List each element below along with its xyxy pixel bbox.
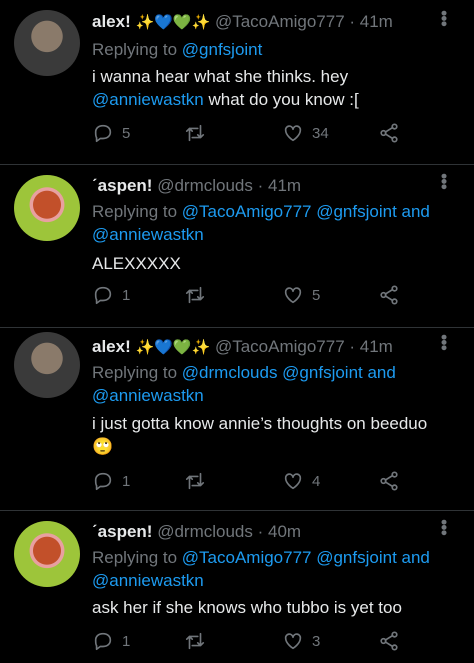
display-name[interactable]: ˊaspen! bbox=[92, 522, 152, 541]
like-button[interactable]: 3 bbox=[282, 630, 320, 652]
display-name[interactable]: alex! bbox=[92, 337, 131, 356]
tweet-text: i wanna hear what she thinks. hey @annie… bbox=[92, 65, 454, 111]
timestamp[interactable]: · 41m bbox=[349, 12, 392, 31]
retweet-button[interactable] bbox=[184, 284, 214, 306]
display-name[interactable]: ˊaspen! bbox=[92, 176, 152, 195]
like-button[interactable]: 4 bbox=[282, 470, 320, 492]
tweet-text: ALEXXXXX bbox=[92, 254, 181, 273]
tweet-header: ˊaspen! @drmclouds · 41m bbox=[92, 176, 434, 196]
like-button[interactable]: 5 bbox=[282, 284, 320, 306]
reply-icon bbox=[94, 124, 112, 143]
tweet-header: alex! ✨💙💚✨ @TacoAmigo777 · 41m bbox=[92, 337, 434, 357]
username[interactable]: @drmclouds bbox=[157, 522, 253, 541]
like-count: 4 bbox=[312, 472, 321, 490]
username[interactable]: @drmclouds bbox=[157, 176, 253, 195]
mention-link[interactable]: @anniewastkn bbox=[92, 90, 204, 109]
tweet-actions: 1 4 bbox=[92, 470, 412, 494]
avatar[interactable] bbox=[14, 332, 80, 398]
mention-link[interactable]: @gnfsjoint bbox=[182, 40, 263, 59]
timestamp[interactable]: · 40m bbox=[258, 522, 301, 541]
like-icon bbox=[284, 125, 302, 142]
replying-to: Replying to @TacoAmigo777 @gnfsjoint and… bbox=[92, 200, 454, 246]
tweet-text: ask her if she knows who tubbo is yet to… bbox=[92, 598, 402, 617]
reply-count: 5 bbox=[122, 124, 131, 142]
reply-count: 1 bbox=[122, 286, 131, 304]
reply-icon bbox=[94, 472, 112, 491]
name-emojis: ✨💙💚✨ bbox=[135, 339, 211, 356]
reply-button[interactable]: 1 bbox=[92, 470, 130, 492]
tweet-actions: 1 3 bbox=[92, 630, 412, 654]
retweet-icon bbox=[185, 632, 205, 650]
more-icon[interactable]: ••• bbox=[433, 519, 454, 535]
avatar[interactable] bbox=[14, 10, 80, 76]
reply-button[interactable]: 5 bbox=[92, 122, 130, 144]
more-icon[interactable]: ••• bbox=[433, 173, 454, 189]
share-icon bbox=[380, 123, 398, 143]
username[interactable]: @TacoAmigo777 bbox=[215, 337, 345, 356]
text-line: what do you know :[ bbox=[203, 90, 359, 109]
reply-icon bbox=[94, 286, 112, 305]
tweet[interactable]: alex! ✨💙💚✨ @TacoAmigo777 · 41m ••• Reply… bbox=[0, 0, 474, 165]
share-button[interactable] bbox=[378, 284, 400, 306]
retweet-icon bbox=[185, 472, 205, 490]
more-icon[interactable]: ••• bbox=[433, 10, 454, 26]
tweet[interactable]: ˊaspen! @drmclouds · 41m ••• Replying to… bbox=[0, 165, 474, 328]
text-line: i just gotta know annie’s thoughts on be… bbox=[92, 414, 428, 433]
replying-label: Replying to bbox=[92, 363, 182, 382]
reply-count: 1 bbox=[122, 632, 131, 650]
replying-label: Replying to bbox=[92, 548, 182, 567]
retweet-button[interactable] bbox=[184, 470, 214, 492]
like-icon bbox=[284, 473, 302, 490]
tweet-header: ˊaspen! @drmclouds · 40m bbox=[92, 522, 434, 542]
like-icon bbox=[284, 287, 302, 304]
tweet-actions: 1 5 bbox=[92, 284, 412, 308]
retweet-icon bbox=[185, 286, 205, 304]
share-button[interactable] bbox=[378, 122, 400, 144]
tweet-text: i just gotta know annie’s thoughts on be… bbox=[92, 412, 454, 458]
share-icon bbox=[380, 631, 398, 651]
text-line: i wanna hear what she thinks. hey bbox=[92, 67, 349, 86]
tweet-actions: 5 34 bbox=[92, 122, 412, 146]
reply-count: 1 bbox=[122, 472, 131, 490]
more-icon[interactable]: ••• bbox=[433, 334, 454, 350]
retweet-button[interactable] bbox=[184, 122, 214, 144]
reply-button[interactable]: 1 bbox=[92, 630, 130, 652]
share-button[interactable] bbox=[378, 470, 400, 492]
share-button[interactable] bbox=[378, 630, 400, 652]
replying-label: Replying to bbox=[92, 40, 182, 59]
avatar[interactable] bbox=[14, 521, 80, 587]
retweet-button[interactable] bbox=[184, 630, 214, 652]
share-icon bbox=[380, 471, 398, 491]
timestamp[interactable]: · 41m bbox=[349, 337, 392, 356]
reply-icon bbox=[94, 632, 112, 651]
like-count: 3 bbox=[312, 632, 321, 650]
avatar[interactable] bbox=[14, 175, 80, 241]
tweet[interactable]: alex! ✨💙💚✨ @TacoAmigo777 · 41m ••• Reply… bbox=[0, 328, 474, 511]
replying-label: Replying to bbox=[92, 202, 182, 221]
like-icon bbox=[284, 633, 302, 650]
display-name[interactable]: alex! bbox=[92, 12, 131, 31]
timestamp[interactable]: · 41m bbox=[258, 176, 301, 195]
like-button[interactable]: 34 bbox=[282, 122, 329, 144]
username[interactable]: @TacoAmigo777 bbox=[215, 12, 345, 31]
like-count: 5 bbox=[312, 286, 321, 304]
name-emojis: ✨💙💚✨ bbox=[135, 14, 211, 31]
eye-roll-emoji: 🙄 bbox=[92, 437, 114, 456]
like-count: 34 bbox=[312, 124, 329, 142]
replying-to: Replying to @TacoAmigo777 @gnfsjoint and… bbox=[92, 546, 454, 592]
share-icon bbox=[380, 285, 398, 305]
tweet[interactable]: ˊaspen! @drmclouds · 40m ••• Replying to… bbox=[0, 511, 474, 663]
retweet-icon bbox=[185, 124, 205, 142]
replying-to: Replying to @drmclouds @gnfsjoint and @a… bbox=[92, 361, 454, 407]
reply-button[interactable]: 1 bbox=[92, 284, 130, 306]
tweet-header: alex! ✨💙💚✨ @TacoAmigo777 · 41m bbox=[92, 12, 434, 32]
replying-to: Replying to @gnfsjoint bbox=[92, 38, 454, 61]
